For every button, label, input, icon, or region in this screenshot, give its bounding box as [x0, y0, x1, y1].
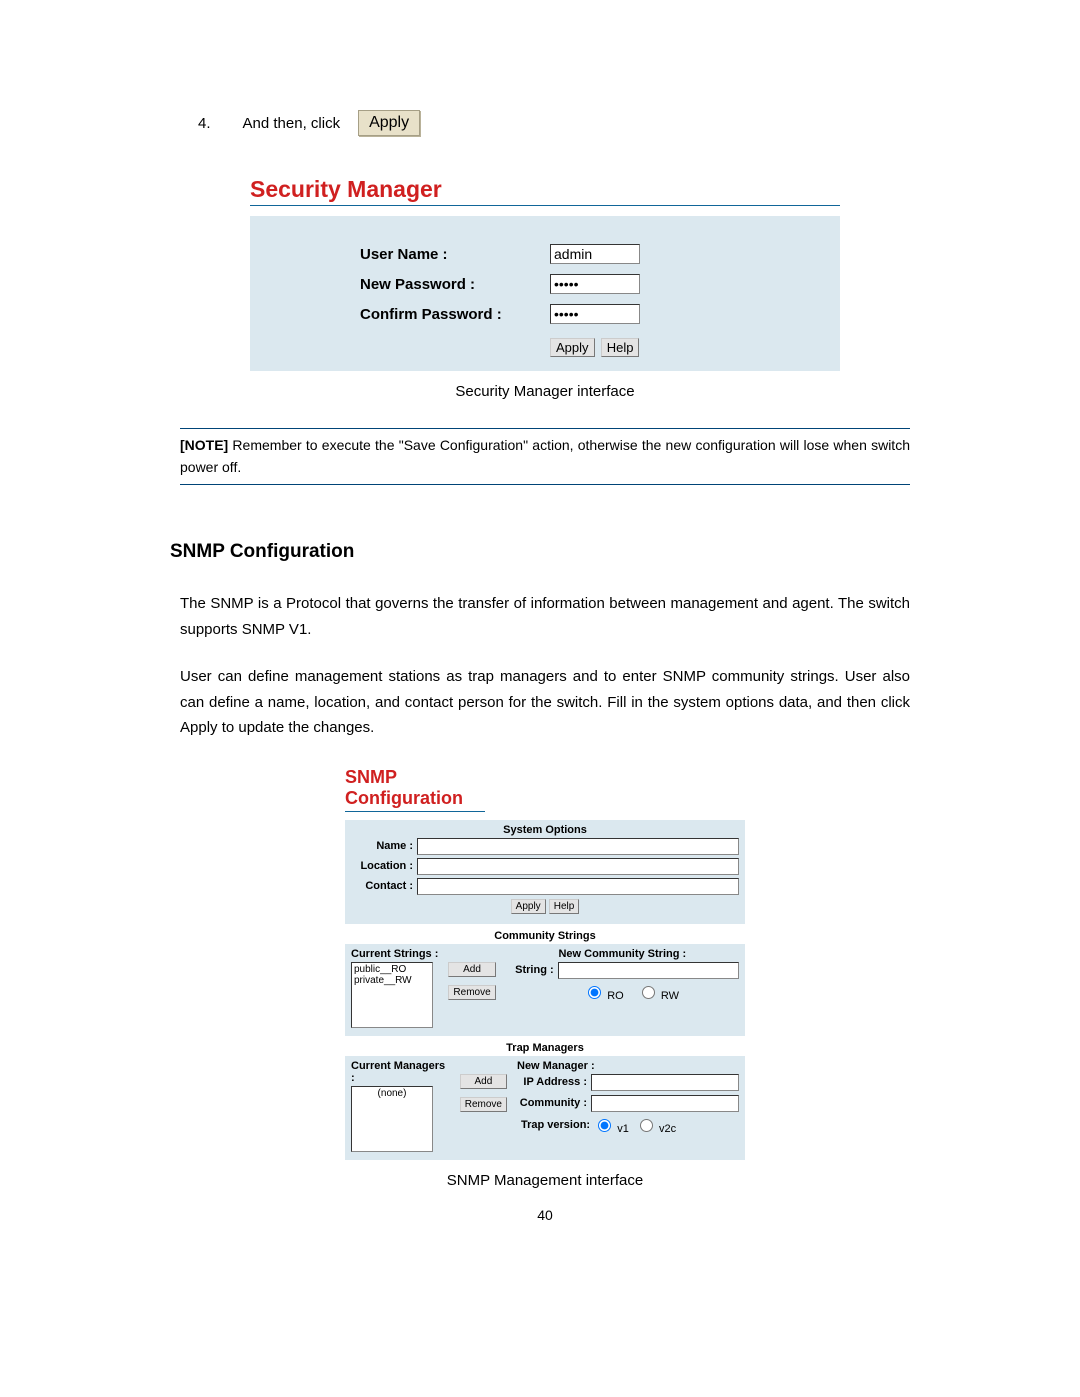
trap-add-button[interactable]: Add	[460, 1074, 507, 1089]
paragraph-1: The SNMP is a Protocol that governs the …	[180, 591, 910, 642]
sysopt-location-input[interactable]	[417, 858, 739, 875]
list-item: (none)	[354, 1088, 430, 1100]
panel-title: Security Manager	[250, 176, 840, 206]
community-remove-button[interactable]: Remove	[448, 985, 495, 1000]
instruction-step: 4. And then, click Apply	[198, 110, 910, 136]
note-box: [NOTE] Remember to execute the "Save Con…	[180, 428, 910, 485]
trap-remove-button[interactable]: Remove	[460, 1097, 507, 1112]
new-community-label: New Community String :	[506, 948, 739, 960]
username-label: User Name :	[360, 246, 550, 263]
confirmpass-input[interactable]	[550, 304, 640, 324]
sm-caption: Security Manager interface	[180, 383, 910, 400]
paragraph-2: User can define management stations as t…	[180, 664, 910, 741]
snmp-caption: SNMP Management interface	[180, 1172, 910, 1189]
step-text: And then, click	[243, 115, 341, 132]
sysopt-name-label: Name :	[351, 840, 417, 852]
trap-community-label: Community :	[517, 1097, 591, 1109]
sysopt-location-label: Location :	[351, 860, 417, 872]
community-ro-radio[interactable]: RO	[583, 990, 624, 1002]
trap-v2c-radio[interactable]: v2c	[635, 1116, 676, 1135]
trap-ip-label: IP Address :	[517, 1076, 591, 1088]
confirmpass-label: Confirm Password :	[360, 306, 550, 323]
snmp-panel: SNMP Configuration System Options Name :…	[345, 767, 745, 1160]
security-manager-panel: Security Manager User Name : New Passwor…	[250, 176, 840, 371]
page-number: 40	[180, 1207, 910, 1223]
current-managers-list[interactable]: (none)	[351, 1086, 433, 1152]
sysopt-name-input[interactable]	[417, 838, 739, 855]
trap-ip-input[interactable]	[591, 1074, 739, 1091]
sysopt-contact-label: Contact :	[351, 880, 417, 892]
trap-community-input[interactable]	[591, 1095, 739, 1112]
step-number: 4.	[198, 115, 211, 132]
current-strings-list[interactable]: public__RO private__RW	[351, 962, 433, 1028]
community-string-input[interactable]	[558, 962, 739, 979]
newpass-input[interactable]	[550, 274, 640, 294]
snmp-heading: SNMP Configuration	[170, 541, 910, 563]
note-label: [NOTE]	[180, 437, 228, 453]
list-item: private__RW	[354, 975, 430, 987]
newpass-label: New Password :	[360, 276, 550, 293]
sysopt-apply-button[interactable]: Apply	[511, 899, 546, 914]
current-managers-label: Current Managers :	[351, 1060, 450, 1084]
trap-title: Trap Managers	[345, 1042, 745, 1054]
snmp-panel-title: SNMP Configuration	[345, 767, 485, 812]
current-strings-label: Current Strings :	[351, 948, 438, 960]
community-string-label: String :	[506, 964, 558, 976]
apply-button-inline[interactable]: Apply	[358, 110, 420, 136]
sm-apply-button[interactable]: Apply	[550, 338, 595, 357]
sm-help-button[interactable]: Help	[601, 338, 640, 357]
trap-version-label: Trap version:	[521, 1119, 590, 1131]
new-manager-label: New Manager :	[517, 1060, 739, 1072]
note-text: Remember to execute the "Save Configurat…	[180, 437, 910, 475]
trap-v1-radio[interactable]: v1	[593, 1116, 629, 1135]
list-item: public__RO	[354, 964, 430, 976]
system-options-title: System Options	[351, 824, 739, 836]
community-title: Community Strings	[345, 930, 745, 942]
community-add-button[interactable]: Add	[448, 962, 495, 977]
sysopt-contact-input[interactable]	[417, 878, 739, 895]
community-rw-radio[interactable]: RW	[637, 990, 679, 1002]
sysopt-help-button[interactable]: Help	[549, 899, 580, 914]
username-input[interactable]	[550, 244, 640, 264]
